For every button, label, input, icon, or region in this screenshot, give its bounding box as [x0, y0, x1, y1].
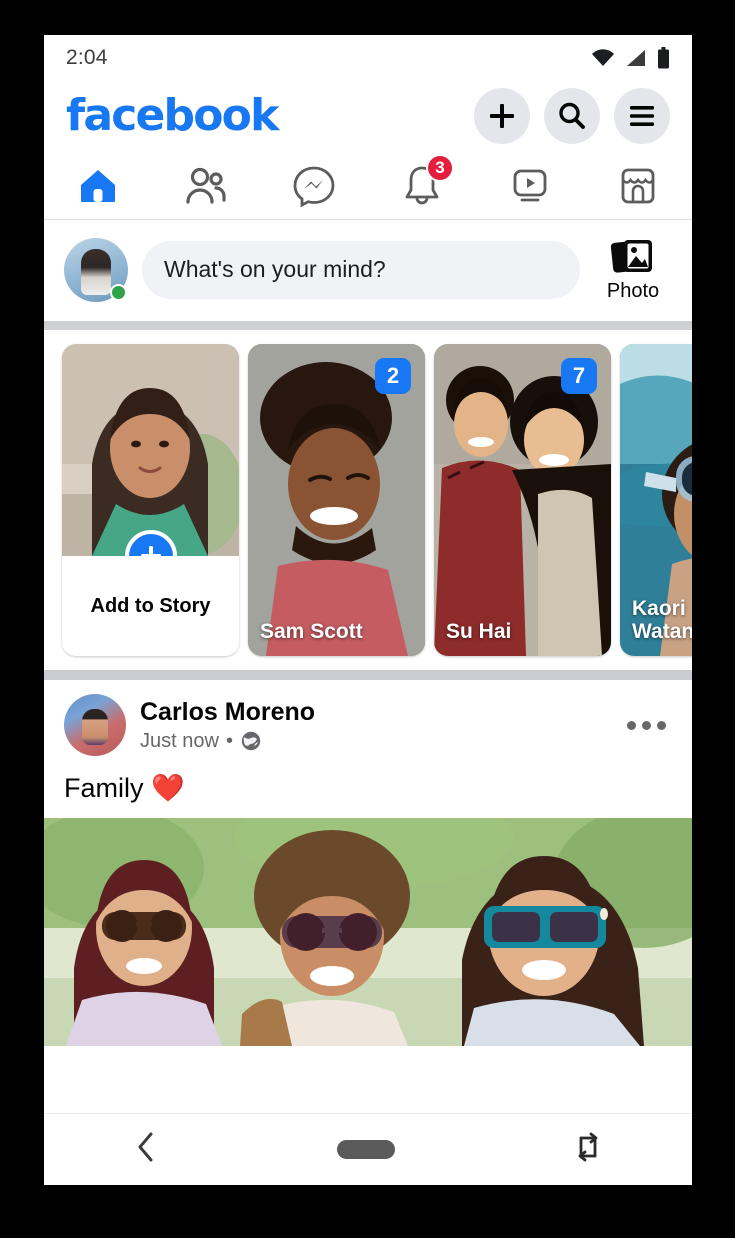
photo-button[interactable]: Photo — [594, 236, 672, 303]
post-author-name[interactable]: Carlos Moreno — [140, 697, 607, 728]
android-navigation-bar — [44, 1113, 692, 1185]
status-time: 2:04 — [66, 45, 108, 69]
post-photo-image — [44, 818, 692, 1046]
story-badge-sam-scott: 2 — [375, 358, 411, 394]
tab-messenger[interactable] — [260, 152, 368, 219]
story-card-sam-scott[interactable]: 2 Sam Scott — [248, 344, 425, 656]
avatar[interactable] — [64, 237, 128, 302]
tab-watch[interactable] — [476, 152, 584, 219]
rotate-screen-icon — [578, 1132, 598, 1162]
story-badge-su-hai: 7 — [561, 358, 597, 394]
tab-home[interactable] — [44, 152, 152, 219]
main-tab-bar: 3 — [44, 152, 692, 220]
section-divider-stories — [44, 670, 692, 680]
globe-public-icon — [241, 731, 261, 751]
back-button[interactable] — [134, 1130, 158, 1169]
online-status-dot — [110, 283, 127, 301]
messenger-icon — [293, 166, 335, 207]
post-header: Carlos Moreno Just now • — [44, 680, 692, 762]
avatar-figure — [81, 249, 111, 296]
feed-post: Carlos Moreno Just now • Family ❤️ — [44, 680, 692, 1046]
status-icons — [591, 46, 670, 69]
composer-input[interactable]: What's on your mind? — [142, 240, 580, 299]
facebook-logo[interactable]: facebook — [66, 94, 279, 138]
more-options-icon — [627, 720, 636, 730]
add-to-story-label: Add to Story — [90, 594, 211, 617]
post-photo[interactable] — [44, 818, 692, 1046]
tab-friends[interactable] — [152, 152, 260, 219]
post-subtitle: Just now • — [140, 730, 607, 753]
back-chevron-icon — [138, 1132, 153, 1162]
status-bar: 2:04 — [44, 35, 692, 80]
app-bar: facebook — [44, 80, 692, 152]
menu-button[interactable] — [614, 88, 670, 144]
tab-marketplace[interactable] — [584, 152, 692, 219]
wifi-icon — [592, 48, 614, 66]
cellular-signal-icon — [627, 49, 645, 66]
post-separator: • — [225, 729, 233, 752]
screenshot-root: 2:04 facebook 3 What's on your mind? Pho… — [0, 0, 735, 1238]
post-author-avatar[interactable] — [64, 694, 126, 756]
battery-icon — [658, 46, 669, 68]
notifications-badge: 3 — [426, 154, 454, 182]
post-text: Family ❤️ — [64, 773, 185, 803]
story-card-su-hai[interactable]: 7 Su Hai — [434, 344, 611, 656]
marketplace-store-icon — [621, 168, 655, 203]
photo-button-label: Photo — [606, 280, 660, 302]
story-name-sam-scott: Sam Scott — [260, 620, 363, 644]
search-icon — [559, 102, 585, 129]
post-more-options-button[interactable] — [621, 720, 672, 730]
story-card-kaori-watanabe[interactable]: Kaori Watanabe — [620, 344, 692, 656]
home-button[interactable] — [336, 1140, 395, 1159]
story-name-kaori-watanabe: Kaori Watanabe — [632, 596, 692, 644]
stories-carousel[interactable]: Add to Story 2 Sam Scott 7 Su Hai Kaori … — [44, 330, 692, 670]
story-card-add-to-story[interactable]: Add to Story — [62, 344, 239, 656]
photo-stack-icon — [610, 240, 652, 273]
friends-icon — [186, 167, 226, 204]
add-story-photo-image — [62, 344, 239, 556]
search-button[interactable] — [544, 88, 600, 144]
section-divider-composer — [44, 321, 692, 330]
tab-notifications[interactable]: 3 — [368, 152, 476, 219]
create-button[interactable] — [474, 88, 530, 144]
more-options-icon — [642, 720, 651, 730]
add-to-story-footer: Add to Story — [62, 556, 239, 656]
post-author-avatar-figure — [82, 708, 108, 745]
add-story-photo — [62, 344, 239, 556]
app-bar-actions — [474, 88, 670, 144]
hamburger-menu-icon — [630, 106, 654, 126]
more-options-icon — [657, 720, 666, 730]
story-name-su-hai: Su Hai — [446, 620, 512, 644]
phone-screen: 2:04 facebook 3 What's on your mind? Pho… — [44, 35, 692, 1185]
post-composer: What's on your mind? Photo — [44, 220, 692, 321]
rotate-screen-button[interactable] — [574, 1130, 602, 1169]
plus-icon — [490, 104, 514, 128]
post-timestamp: Just now — [140, 729, 219, 752]
home-icon — [81, 169, 115, 202]
video-play-icon — [513, 169, 547, 201]
post-meta: Carlos Moreno Just now • — [140, 697, 607, 752]
